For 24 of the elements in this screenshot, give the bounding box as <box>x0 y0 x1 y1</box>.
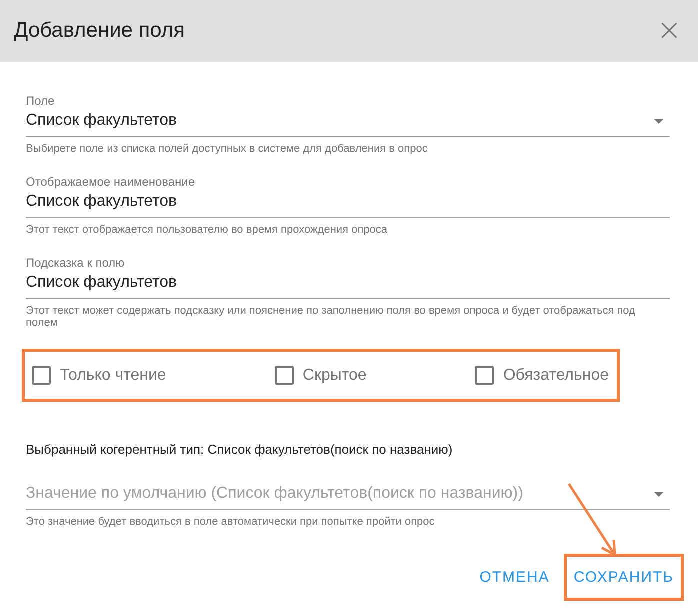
checkbox-option[interactable]: Обязательное <box>475 366 609 385</box>
coherent-type-text: Выбранный когерентный тип: Список факультетов(поиск по названию) <box>26 442 454 457</box>
helper-text: Этот текст отображается пользователю во время прохождения опроса <box>26 224 389 236</box>
helper-text: Выбирете поле из списка полей доступных в системе для добавления в опрос <box>26 143 429 155</box>
checkbox[interactable] <box>475 366 494 385</box>
field-label: Поле <box>26 94 56 108</box>
helper-text: Этот текст может содержать подсказку или пояснение по заполнению поля во время опроса и будет отображаться под полем <box>26 305 636 329</box>
dialog-button[interactable]: СОХРАНИТЬ <box>568 561 680 594</box>
dialog-button[interactable]: ОТМЕНА <box>474 561 556 594</box>
caret-icon <box>654 492 664 496</box>
select-field[interactable]: Список факультетов <box>26 108 670 137</box>
checkbox[interactable] <box>274 366 294 385</box>
caret-icon <box>654 118 664 124</box>
field-label: Подсказка к полю <box>26 256 126 270</box>
checkbox-option[interactable]: Только чтение <box>32 366 166 385</box>
checkbox[interactable] <box>32 366 51 385</box>
field-label: Отображаемое наименование <box>26 175 196 189</box>
close-button[interactable]: × <box>654 16 684 46</box>
dialog-title: Добавление поля <box>14 19 186 43</box>
helper-text: Это значение будет вводиться в поле автоматически при попытке пройти опрос <box>26 516 436 528</box>
input-field[interactable]: Список факультетов <box>26 270 670 299</box>
select-field[interactable]: Значение по умолчанию (Список факультетов(поиск по названию)) <box>26 481 670 510</box>
checkbox-option[interactable]: Скрытое <box>274 366 367 385</box>
input-field[interactable]: Список факультетов <box>26 189 670 218</box>
